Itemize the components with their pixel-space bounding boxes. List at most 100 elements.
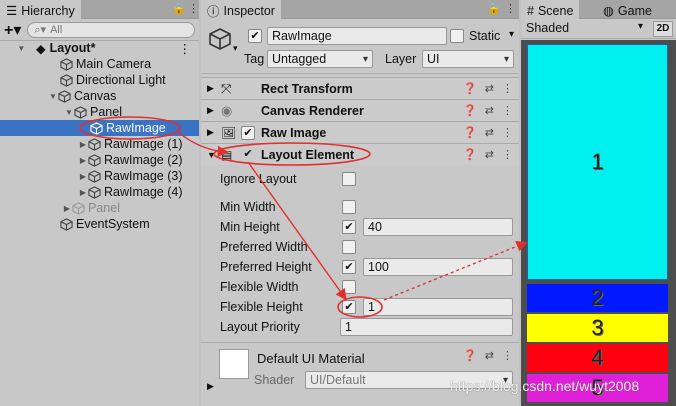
foldout-arrow-icon[interactable]: ▶: [207, 127, 214, 138]
object-name-value: RawImage: [272, 29, 332, 43]
add-button[interactable]: +▾: [4, 20, 21, 40]
more-icon[interactable]: ⋮: [505, 2, 516, 15]
lock-icon[interactable]: 🔒: [487, 2, 501, 15]
hierarchy-item-eventsystem[interactable]: EventSystem: [0, 216, 199, 232]
layer-label: Layer: [385, 52, 417, 66]
prop-label: Flexible Width: [220, 280, 299, 294]
gameobject-icon: [58, 89, 71, 103]
gamepad-icon: ◍: [603, 4, 614, 18]
component-enable-checkbox[interactable]: ✔: [241, 125, 255, 140]
flexible-width-checkbox[interactable]: [342, 280, 356, 294]
more-icon[interactable]: ⋮: [502, 82, 513, 95]
hierarchy-item-panel-inactive[interactable]: ▶ Panel: [0, 200, 199, 216]
dropdown-arrow-icon[interactable]: ▾: [233, 43, 238, 54]
scene-block-1[interactable]: 1: [527, 44, 668, 280]
foldout-arrow-icon[interactable]: ▶: [207, 83, 214, 94]
scene-block-2[interactable]: 2: [527, 284, 668, 312]
help-icon[interactable]: ❓: [463, 104, 477, 117]
more-icon[interactable]: ⋮: [502, 148, 513, 161]
search-input[interactable]: ⌕▾ All: [27, 21, 195, 38]
more-icon[interactable]: ⋮: [188, 2, 199, 15]
active-checkbox[interactable]: ✔: [248, 29, 262, 43]
expand-arrow-icon[interactable]: ▶: [78, 188, 88, 197]
scene-viewport[interactable]: 1 2 3 4 5: [521, 40, 676, 406]
more-icon[interactable]: ⋮: [502, 349, 513, 362]
preferred-height-field[interactable]: 100: [363, 258, 513, 276]
preferred-width-checkbox[interactable]: [342, 240, 356, 254]
flexible-height-field[interactable]: 1: [363, 298, 513, 316]
more-icon[interactable]: ⋮: [179, 41, 192, 56]
layout-priority-field[interactable]: 1: [340, 318, 513, 336]
hierarchy-item-directional-light[interactable]: Directional Light: [0, 72, 199, 88]
help-icon[interactable]: ❓: [463, 148, 477, 161]
component-layout-element[interactable]: ▼ ▤ ✔ Layout Element ❓ ⇄ ⋮: [201, 143, 519, 165]
static-dropdown-icon[interactable]: ▾: [509, 29, 514, 40]
component-enable-checkbox[interactable]: ✔: [241, 148, 255, 162]
hierarchy-item-rawimage-2[interactable]: ▶ RawImage (2): [0, 152, 199, 168]
help-icon[interactable]: ❓: [463, 349, 477, 362]
gameobject-icon: [74, 105, 87, 119]
tab-scene[interactable]: # Scene: [521, 0, 580, 19]
hierarchy-item-label: Canvas: [74, 89, 117, 103]
shading-dropdown[interactable]: Shaded ▾: [524, 21, 649, 37]
expand-arrow-icon[interactable]: ▼: [48, 92, 58, 101]
min-height-field[interactable]: 40: [363, 218, 513, 236]
preset-icon[interactable]: ⇄: [485, 126, 494, 139]
lock-icon[interactable]: 🔒: [172, 2, 186, 15]
object-name-field[interactable]: RawImage: [267, 27, 447, 45]
preset-icon[interactable]: ⇄: [485, 349, 494, 362]
preset-icon[interactable]: ⇄: [485, 104, 494, 117]
foldout-arrow-icon[interactable]: ▶: [207, 381, 214, 392]
scene-block-3[interactable]: 3: [527, 314, 668, 342]
hierarchy-item-canvas[interactable]: ▼ Canvas: [0, 88, 199, 104]
min-width-checkbox[interactable]: [342, 200, 356, 214]
tab-game[interactable]: ◍ Game: [597, 0, 658, 19]
shader-value: UI/Default: [310, 373, 366, 387]
ignore-layout-checkbox[interactable]: [342, 172, 356, 186]
component-raw-image[interactable]: ▶ 🖼 ✔ Raw Image ❓ ⇄ ⋮: [201, 121, 519, 143]
tab-inspector[interactable]: ⓘ Inspector: [201, 0, 281, 19]
more-icon[interactable]: ⋮: [502, 126, 513, 139]
prop-layout-priority: Layout Priority 1: [201, 317, 519, 337]
toggle-2d-button[interactable]: 2D: [653, 20, 673, 37]
foldout-open-arrow-icon[interactable]: ▼: [207, 150, 216, 160]
scene-block-4[interactable]: 4: [527, 344, 668, 372]
expand-arrow-icon[interactable]: ▶: [62, 204, 72, 213]
preset-icon[interactable]: ⇄: [485, 82, 494, 95]
preset-icon[interactable]: ⇄: [485, 148, 494, 161]
tag-label: Tag: [244, 52, 265, 66]
foldout-arrow-icon[interactable]: ▶: [207, 105, 214, 116]
hierarchy-item-scene[interactable]: ▼ ◆ Layout* ⋮: [0, 40, 199, 56]
flexible-height-checkbox[interactable]: ✔: [342, 300, 356, 314]
hierarchy-item-rawimage-3[interactable]: ▶ RawImage (3): [0, 168, 199, 184]
component-actions: ❓ ⇄ ⋮: [463, 82, 513, 95]
hierarchy-item-rawimage-1[interactable]: ▶ RawImage (1): [0, 136, 199, 152]
expand-arrow-icon[interactable]: ▼: [0, 44, 36, 53]
tab-hierarchy[interactable]: ☰ Hierarchy: [0, 0, 81, 19]
hierarchy-tabbar: ☰ Hierarchy 🔒 ⋮: [0, 0, 199, 19]
min-height-checkbox[interactable]: ✔: [342, 220, 356, 234]
help-icon[interactable]: ❓: [463, 82, 477, 95]
layer-value: UI: [427, 52, 440, 66]
more-icon[interactable]: ⋮: [502, 104, 513, 117]
help-icon[interactable]: ❓: [463, 126, 477, 139]
block-label: 4: [591, 345, 604, 370]
prop-min-height: Min Height ✔ 40: [201, 217, 519, 237]
expand-arrow-icon[interactable]: ▼: [64, 108, 74, 117]
expand-arrow-icon[interactable]: ▶: [78, 140, 88, 149]
hash-icon: #: [527, 3, 534, 18]
static-checkbox[interactable]: [450, 29, 464, 43]
expand-arrow-icon[interactable]: ▶: [78, 172, 88, 181]
hierarchy-item-rawimage[interactable]: RawImage: [0, 120, 199, 136]
preferred-height-checkbox[interactable]: ✔: [342, 260, 356, 274]
prop-flexible-width: Flexible Width: [201, 277, 519, 297]
component-canvas-renderer[interactable]: ▶ ◉ Canvas Renderer ❓ ⇄ ⋮: [201, 99, 519, 121]
hierarchy-item-rawimage-4[interactable]: ▶ RawImage (4): [0, 184, 199, 200]
layer-dropdown[interactable]: UI: [422, 50, 514, 68]
hierarchy-item-panel[interactable]: ▼ Panel: [0, 104, 199, 120]
tag-dropdown[interactable]: Untagged: [267, 50, 373, 68]
hierarchy-item-main-camera[interactable]: Main Camera: [0, 56, 199, 72]
gameobject-icon: [60, 57, 73, 71]
component-rect-transform[interactable]: ▶ ⤧ Rect Transform ❓ ⇄ ⋮: [201, 77, 519, 99]
expand-arrow-icon[interactable]: ▶: [78, 156, 88, 165]
